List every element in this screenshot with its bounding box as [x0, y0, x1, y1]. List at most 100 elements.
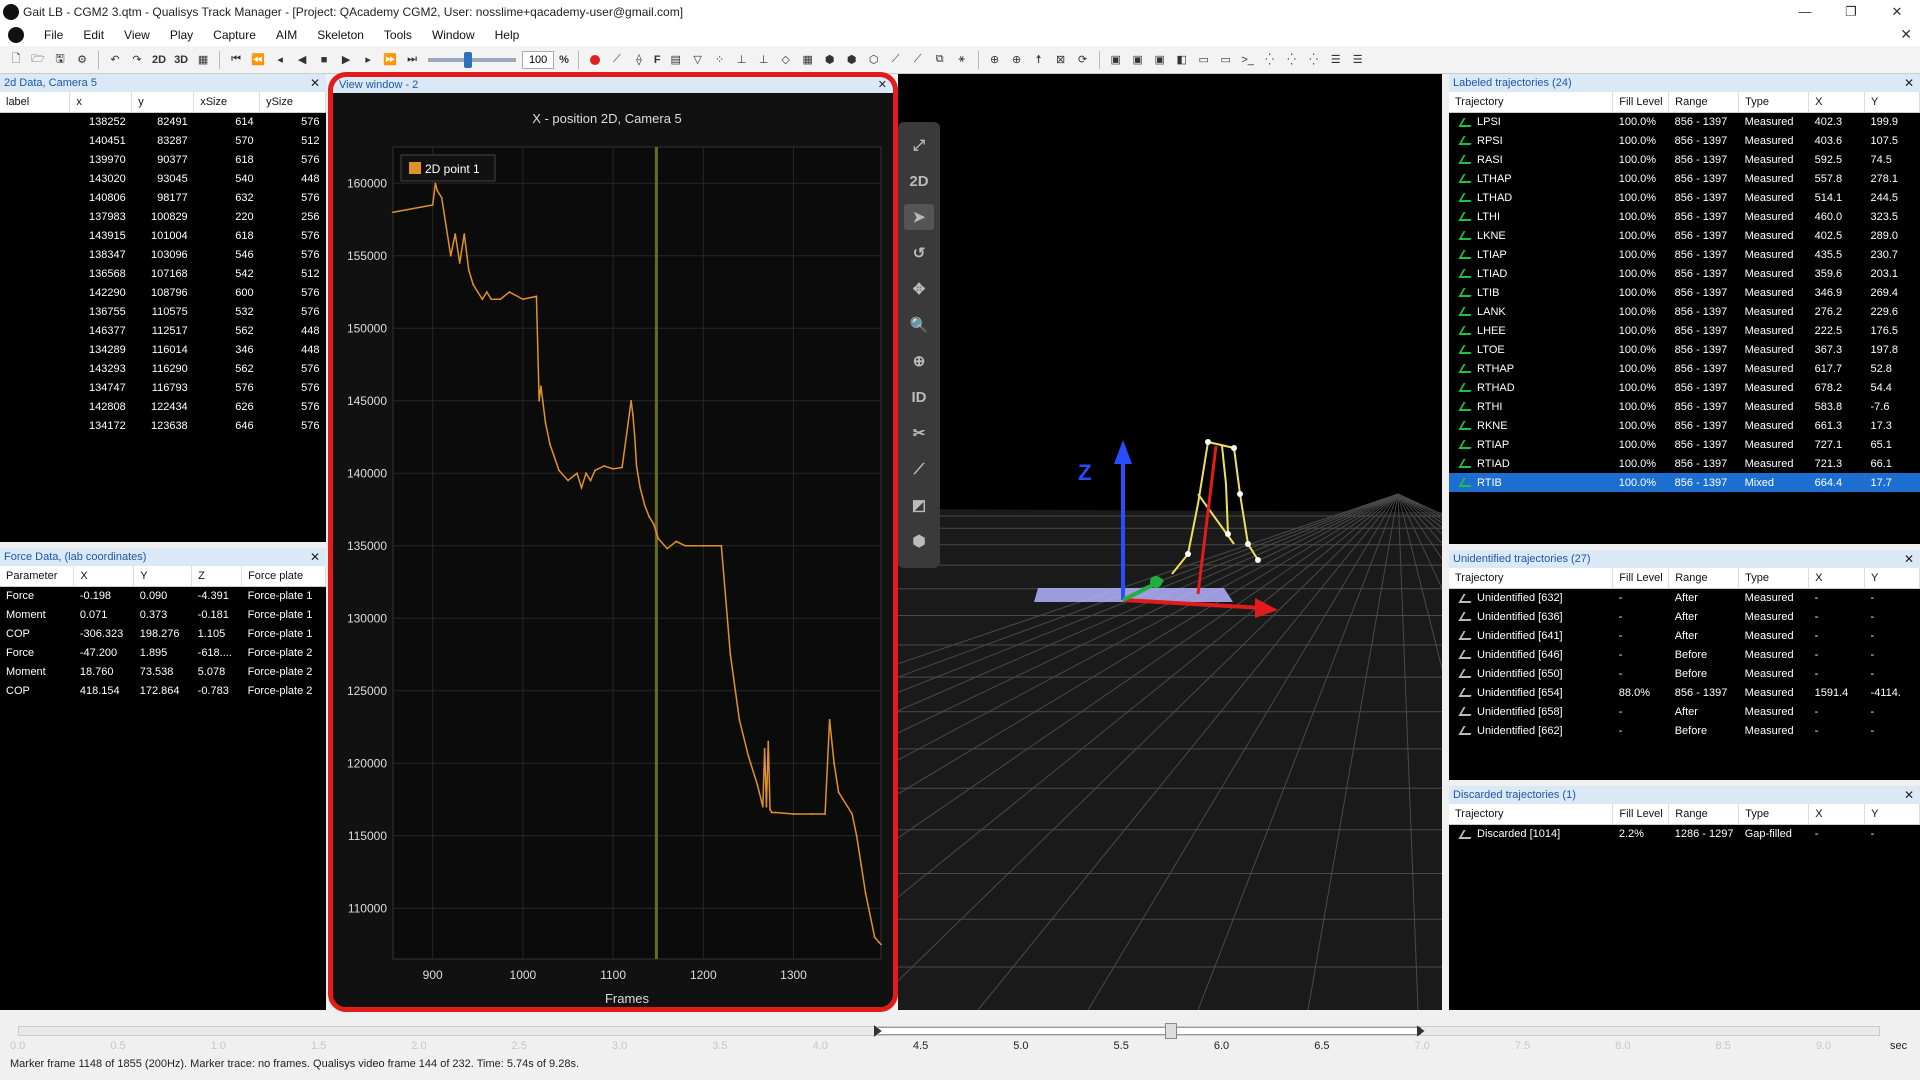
table-row[interactable]: 143020 93045 540 448: [0, 169, 326, 188]
table-row[interactable]: 134747 116793 576 576: [0, 378, 326, 397]
table-row[interactable]: 142808 122434 626 576: [0, 397, 326, 416]
column-header-range[interactable]: Range: [1668, 92, 1740, 113]
crosshair-icon[interactable]: ⊕: [985, 50, 1005, 70]
table-row[interactable]: Discarded [1014] 2.2% 1286 - 1297 Gap-fille…: [1449, 824, 1920, 843]
table-row[interactable]: RKNE 100.0% 856 - 1397 Measured 661.3 17.3: [1449, 416, 1920, 435]
table-row[interactable]: 138252 82491 614 576: [0, 112, 326, 131]
table-row[interactable]: COP -306.323 198.276 1.105 Force-plate 1: [0, 624, 326, 643]
column-header-type[interactable]: Type: [1738, 568, 1810, 589]
crosshair-icon[interactable]: ⊕: [1007, 50, 1027, 70]
table-row[interactable]: LTIAP 100.0% 856 - 1397 Measured 435.5 230.7: [1449, 245, 1920, 264]
playback-speed-slider[interactable]: [428, 51, 517, 68]
bone-tool-icon[interactable]: ⟋: [908, 50, 928, 70]
table-row[interactable]: LTIAD 100.0% 856 - 1397 Measured 359.6 203.1: [1449, 264, 1920, 283]
layout-icon[interactable]: ▭: [1194, 50, 1214, 70]
table-row[interactable]: RTIAP 100.0% 856 - 1397 Measured 727.1 65.1: [1449, 435, 1920, 454]
cube-icon[interactable]: ⬢: [904, 528, 934, 554]
create-bone-icon[interactable]: ⟋: [904, 456, 934, 482]
column-header-z[interactable]: Z: [191, 566, 243, 587]
bone-tool-icon[interactable]: ⟋: [886, 50, 906, 70]
table-row[interactable]: 146377 112517 562 448: [0, 321, 326, 340]
column-header-y[interactable]: Y: [1864, 92, 1920, 113]
table-row[interactable]: LTHAP 100.0% 856 - 1397 Measured 557.8 278.1: [1449, 169, 1920, 188]
close-icon[interactable]: ✕: [878, 77, 887, 93]
menu-help[interactable]: Help: [485, 28, 530, 42]
play-backward-icon[interactable]: ◀: [292, 50, 312, 70]
redo-icon[interactable]: ↷: [127, 50, 147, 70]
play-forward-icon[interactable]: ▶: [336, 50, 356, 70]
axes-icon[interactable]: ⊥: [732, 50, 752, 70]
rotate-icon[interactable]: ↺: [904, 240, 934, 266]
expand-icon[interactable]: ⤢: [904, 132, 934, 158]
identify-tool[interactable]: ID: [904, 384, 934, 410]
close-document-icon[interactable]: ✕: [1900, 26, 1912, 43]
fast-forward-icon[interactable]: ⏩: [380, 50, 400, 70]
column-header-x[interactable]: X: [73, 566, 135, 587]
close-icon[interactable]: ✕: [1904, 786, 1914, 804]
go-to-end-icon[interactable]: ⏭: [402, 50, 422, 70]
table-row[interactable]: Unidentified [650] - Before Measured - -: [1449, 664, 1920, 683]
table-row[interactable]: Unidentified [658] - After Measured - -: [1449, 702, 1920, 721]
layout-icon[interactable]: ☰: [1348, 50, 1368, 70]
table-row[interactable]: 143915 101004 618 576: [0, 226, 326, 245]
table-row[interactable]: 134289 116014 346 448: [0, 340, 326, 359]
step-forward-icon[interactable]: ▸: [358, 50, 378, 70]
camera-icon[interactable]: ⧉: [930, 50, 950, 70]
timeline-cursor-handle[interactable]: [1164, 1023, 1177, 1039]
cut-trajectory-icon[interactable]: ✂: [904, 420, 934, 446]
table-row[interactable]: RTHAP 100.0% 856 - 1397 Measured 617.7 52.8: [1449, 359, 1920, 378]
person-icon[interactable]: ☨: [1029, 50, 1049, 70]
table-row[interactable]: Moment 0.071 0.373 -0.181 Force-plate 1: [0, 605, 326, 624]
marker-tool-icon[interactable]: ⁛: [1282, 50, 1302, 70]
marker-tool-icon[interactable]: ⁘: [710, 50, 730, 70]
table-row[interactable]: 137983 100829 220 256: [0, 207, 326, 226]
maximize-icon[interactable]: ❐: [1828, 0, 1874, 24]
table-row[interactable]: LTIB 100.0% 856 - 1397 Measured 346.9 269.4: [1449, 283, 1920, 302]
settings-gear-icon[interactable]: ⚙: [72, 50, 92, 70]
refresh-icon[interactable]: ⟳: [1073, 50, 1093, 70]
column-header-range[interactable]: Range: [1668, 568, 1740, 589]
menu-view[interactable]: View: [114, 28, 160, 42]
table-row[interactable]: Unidentified [632] - After Measured - -: [1449, 588, 1920, 607]
menu-edit[interactable]: Edit: [73, 28, 114, 42]
table-row[interactable]: 134172 123638 646 576: [0, 416, 326, 435]
table-row[interactable]: RASI 100.0% 856 - 1397 Measured 592.5 74.5: [1449, 150, 1920, 169]
select-area-icon[interactable]: ◩: [904, 492, 934, 518]
column-header-parameter[interactable]: Parameter: [0, 566, 75, 587]
close-icon[interactable]: ✕: [1874, 0, 1920, 24]
center-target-icon[interactable]: ⊕: [904, 348, 934, 374]
column-header-y[interactable]: y: [131, 92, 195, 113]
table-row[interactable]: 140806 98177 632 576: [0, 188, 326, 207]
force-button[interactable]: F: [651, 54, 664, 66]
layout-icon[interactable]: ▭: [1216, 50, 1236, 70]
playback-speed-input[interactable]: 100: [522, 50, 555, 69]
menu-tools[interactable]: Tools: [374, 28, 422, 42]
table-row[interactable]: Force -0.198 0.090 -4.391 Force-plate 1: [0, 586, 326, 605]
column-header-x[interactable]: X: [1808, 92, 1866, 113]
video-view-icon[interactable]: ▦: [193, 50, 213, 70]
table-row[interactable]: RTIB 100.0% 856 - 1397 Mixed 664.4 17.7: [1449, 473, 1920, 492]
save-icon[interactable]: 🖫: [50, 50, 70, 70]
table-row[interactable]: 143293 116290 562 576: [0, 359, 326, 378]
skeleton-icon[interactable]: ⚹: [952, 50, 972, 70]
open-folder-icon[interactable]: 🗁: [28, 50, 48, 70]
table-row[interactable]: LTHI 100.0% 856 - 1397 Measured 460.0 323.5: [1449, 207, 1920, 226]
view-3d-button[interactable]: 3D: [171, 54, 191, 66]
column-header-x[interactable]: x: [69, 92, 133, 113]
column-header-fill-level[interactable]: Fill Level: [1612, 568, 1670, 589]
axes-icon[interactable]: ⊥: [754, 50, 774, 70]
view-2d-tool[interactable]: 2D: [904, 168, 934, 194]
layout-icon[interactable]: ▣: [1128, 50, 1148, 70]
close-icon[interactable]: ✕: [1904, 74, 1914, 92]
table-row[interactable]: 136568 107168 542 512: [0, 264, 326, 283]
table-row[interactable]: Unidentified [654] 88.0% 856 - 1397 Measure…: [1449, 683, 1920, 702]
grid-icon[interactable]: ▤: [666, 50, 686, 70]
table-row[interactable]: 138347 103096 546 576: [0, 245, 326, 264]
column-header-type[interactable]: Type: [1738, 804, 1810, 825]
table-row[interactable]: LKNE 100.0% 856 - 1397 Measured 402.5 289.0: [1449, 226, 1920, 245]
table-row[interactable]: LTOE 100.0% 856 - 1397 Measured 367.3 197.8: [1449, 340, 1920, 359]
close-icon[interactable]: ✕: [1904, 550, 1914, 568]
table-row[interactable]: LPSI 100.0% 856 - 1397 Measured 402.3 199.9: [1449, 112, 1920, 131]
table-row[interactable]: 139970 90377 618 576: [0, 150, 326, 169]
column-header-fill-level[interactable]: Fill Level: [1612, 804, 1670, 825]
